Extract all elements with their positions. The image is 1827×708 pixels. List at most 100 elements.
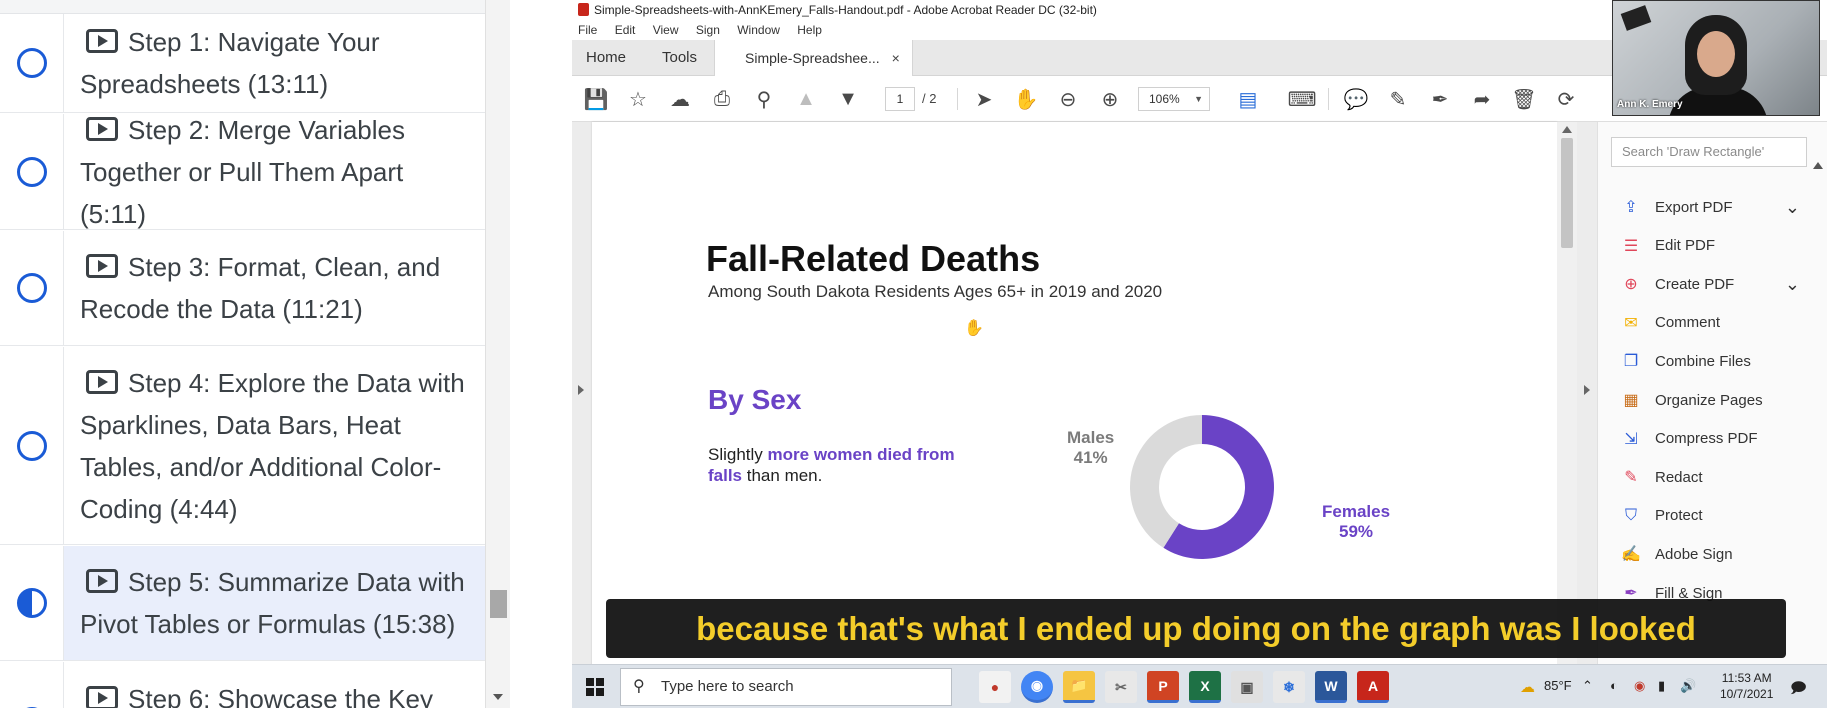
taskbar-search-box[interactable]: ⚲ Type here to search — [620, 668, 952, 706]
scroll-up-arrow-icon[interactable] — [1562, 126, 1572, 133]
network-icon[interactable]: ◐ — [1610, 678, 1618, 693]
upload-cloud-icon[interactable]: ☁ — [666, 85, 694, 113]
highlight-pen-icon[interactable]: ✎ — [1384, 85, 1412, 113]
windows-start-icon[interactable] — [586, 678, 604, 696]
page-number-input[interactable]: 1 — [885, 87, 915, 111]
menu-window[interactable]: Window — [737, 23, 780, 37]
zoom-in-icon[interactable]: ⊕ — [1096, 85, 1124, 113]
keyboard-icon[interactable]: ⌨ — [1288, 85, 1317, 113]
zoom-search-icon[interactable]: ⚲ — [750, 85, 778, 113]
video-caption: because that's what I ended up doing on … — [606, 599, 1786, 658]
chevron-down-icon[interactable]: ⌄ — [1785, 274, 1800, 295]
label-males-name: Males — [1067, 428, 1115, 447]
menu-help[interactable]: Help — [797, 23, 822, 37]
tab-home[interactable]: Home — [586, 40, 626, 76]
expand-left-icon[interactable] — [578, 385, 584, 395]
save-icon[interactable]: 💾 — [582, 85, 610, 113]
page-view-icon[interactable]: ▤ — [1234, 85, 1262, 113]
tool-label: Create PDF — [1655, 275, 1735, 293]
file-explorer-icon[interactable]: 📁 — [1063, 671, 1095, 703]
menu-sign[interactable]: Sign — [696, 23, 720, 37]
expand-right-icon[interactable] — [1584, 385, 1590, 395]
hand-tool-icon[interactable]: ✋ — [1012, 85, 1040, 113]
sign-pen-icon[interactable]: ✒ — [1426, 85, 1454, 113]
lesson-item-5-current[interactable]: Step 5: Summarize Data with Pivot Tables… — [0, 546, 485, 661]
tools-search-input[interactable]: Search 'Draw Rectangle' — [1611, 137, 1807, 167]
sidebar-scrollbar[interactable] — [485, 0, 510, 708]
lesson-item-3[interactable]: Step 3: Format, Clean, and Recode the Da… — [0, 231, 485, 346]
share-icon[interactable]: ➦ — [1468, 85, 1496, 113]
snipping-tool-icon[interactable]: ✂ — [1105, 671, 1137, 703]
chart-description: Slightly more women died from falls than… — [708, 445, 955, 485]
next-page-icon[interactable]: ▼ — [834, 85, 862, 113]
presenter-name: Ann K. Emery — [1617, 99, 1683, 110]
media-app-icon[interactable]: ● — [979, 671, 1011, 703]
section-title: By Sex — [708, 384, 802, 415]
screen: Step 1: Navigate Your Spreadsheets (13:1… — [0, 0, 1827, 708]
document-scrollbar-thumb[interactable] — [1561, 138, 1573, 248]
word-icon[interactable]: W — [1315, 671, 1347, 703]
tool-compress-pdf[interactable]: ⇲ Compress PDF — [1620, 423, 1800, 455]
chrome-icon[interactable]: ◉ — [1021, 671, 1053, 703]
comment-icon: ✉ — [1624, 314, 1638, 332]
left-panel-toggle[interactable] — [572, 122, 592, 708]
snowflake-app-icon[interactable]: ❄ — [1273, 671, 1305, 703]
excel-icon[interactable]: X — [1189, 671, 1221, 703]
clock-time: 11:53 AM — [1721, 671, 1772, 685]
tray-app-icon[interactable]: ◉ — [1634, 678, 1645, 694]
lesson-item-1[interactable]: Step 1: Navigate Your Spreadsheets (13:1… — [0, 14, 485, 113]
tool-export-pdf[interactable]: ⇪ Export PDF ⌄ — [1620, 191, 1800, 223]
tray-chevron-icon[interactable]: ⌃ — [1582, 678, 1593, 694]
notifications-icon[interactable]: 🗩 — [1790, 678, 1807, 703]
delete-trash-icon[interactable]: 🗑 — [1510, 85, 1538, 113]
compress-pdf-icon: ⇲ — [1624, 430, 1638, 448]
label-females-name: Females — [1322, 502, 1391, 521]
comment-icon[interactable]: 💬 — [1342, 85, 1370, 113]
lesson-item-4[interactable]: Step 4: Explore the Data with Sparklines… — [0, 347, 485, 545]
scroll-up-arrow-icon[interactable] — [1813, 162, 1823, 169]
volume-icon[interactable]: 🔊 — [1680, 678, 1696, 694]
tool-comment[interactable]: ✉ Comment — [1620, 307, 1800, 339]
donut-chart — [1130, 415, 1274, 559]
select-cursor-icon[interactable]: ➤ — [970, 85, 998, 113]
tab-close-icon[interactable]: × — [892, 50, 900, 66]
powerpoint-icon[interactable]: P — [1147, 671, 1179, 703]
lamp-shape — [1620, 5, 1652, 31]
battery-icon[interactable]: ▮ — [1658, 678, 1665, 694]
tool-organize-pages[interactable]: ▦ Organize Pages — [1620, 384, 1800, 416]
weather-temperature[interactable]: 85°F — [1544, 678, 1572, 693]
tab-tools[interactable]: Tools — [662, 40, 697, 76]
course-sidebar: Step 1: Navigate Your Spreadsheets (13:1… — [0, 0, 510, 708]
chevron-down-icon[interactable]: ⌄ — [1785, 197, 1800, 218]
menu-view[interactable]: View — [653, 23, 679, 37]
lesson-item-2[interactable]: Step 2: Merge Variables Together or Pull… — [0, 114, 485, 230]
tool-protect[interactable]: ⛉ Protect — [1620, 500, 1800, 532]
bookmark-star-icon[interactable]: ☆ — [624, 85, 652, 113]
zoom-level-select[interactable]: 106% ▼ — [1138, 87, 1210, 111]
acrobat-taskbar-icon[interactable]: A — [1357, 671, 1389, 703]
tool-label: Protect — [1655, 507, 1703, 525]
tool-combine-files[interactable]: ❐ Combine Files — [1620, 345, 1800, 377]
not-started-circle-icon — [16, 48, 47, 78]
zoom-out-icon[interactable]: ⊖ — [1054, 85, 1082, 113]
webcam-overlay: Ann K. Emery — [1612, 0, 1820, 116]
scroll-down-arrow-icon[interactable] — [493, 694, 503, 700]
document-subtitle: Among South Dakota Residents Ages 65+ in… — [708, 282, 1163, 301]
print-icon[interactable]: ⎙ — [708, 85, 736, 113]
sidebar-scrollbar-thumb[interactable] — [490, 590, 507, 618]
previous-page-icon[interactable]: ▲ — [792, 85, 820, 113]
screen-record-icon[interactable]: ▣ — [1231, 671, 1263, 703]
tool-redact[interactable]: ✎ Redact — [1620, 461, 1800, 493]
tools-scrollbar[interactable] — [1808, 162, 1827, 708]
tool-create-pdf[interactable]: ⊕ Create PDF ⌄ — [1620, 268, 1800, 300]
tool-adobe-sign[interactable]: ✍ Adobe Sign — [1620, 538, 1800, 570]
tab-document[interactable]: Simple-Spreadshee... × — [714, 40, 913, 76]
lesson-title: Step 1: Navigate Your Spreadsheets (13:1… — [80, 27, 380, 99]
tool-edit-pdf[interactable]: ☰ Edit PDF — [1620, 230, 1800, 262]
menu-file[interactable]: File — [578, 23, 597, 37]
menu-edit[interactable]: Edit — [615, 23, 636, 37]
taskbar-clock[interactable]: 11:53 AM 10/7/2021 — [1720, 670, 1773, 702]
rotate-icon[interactable]: ⟳ — [1552, 85, 1580, 113]
lesson-item-6[interactable]: Step 6: Showcase the Key — [0, 662, 485, 708]
weather-icon[interactable]: ☁ — [1520, 678, 1535, 696]
